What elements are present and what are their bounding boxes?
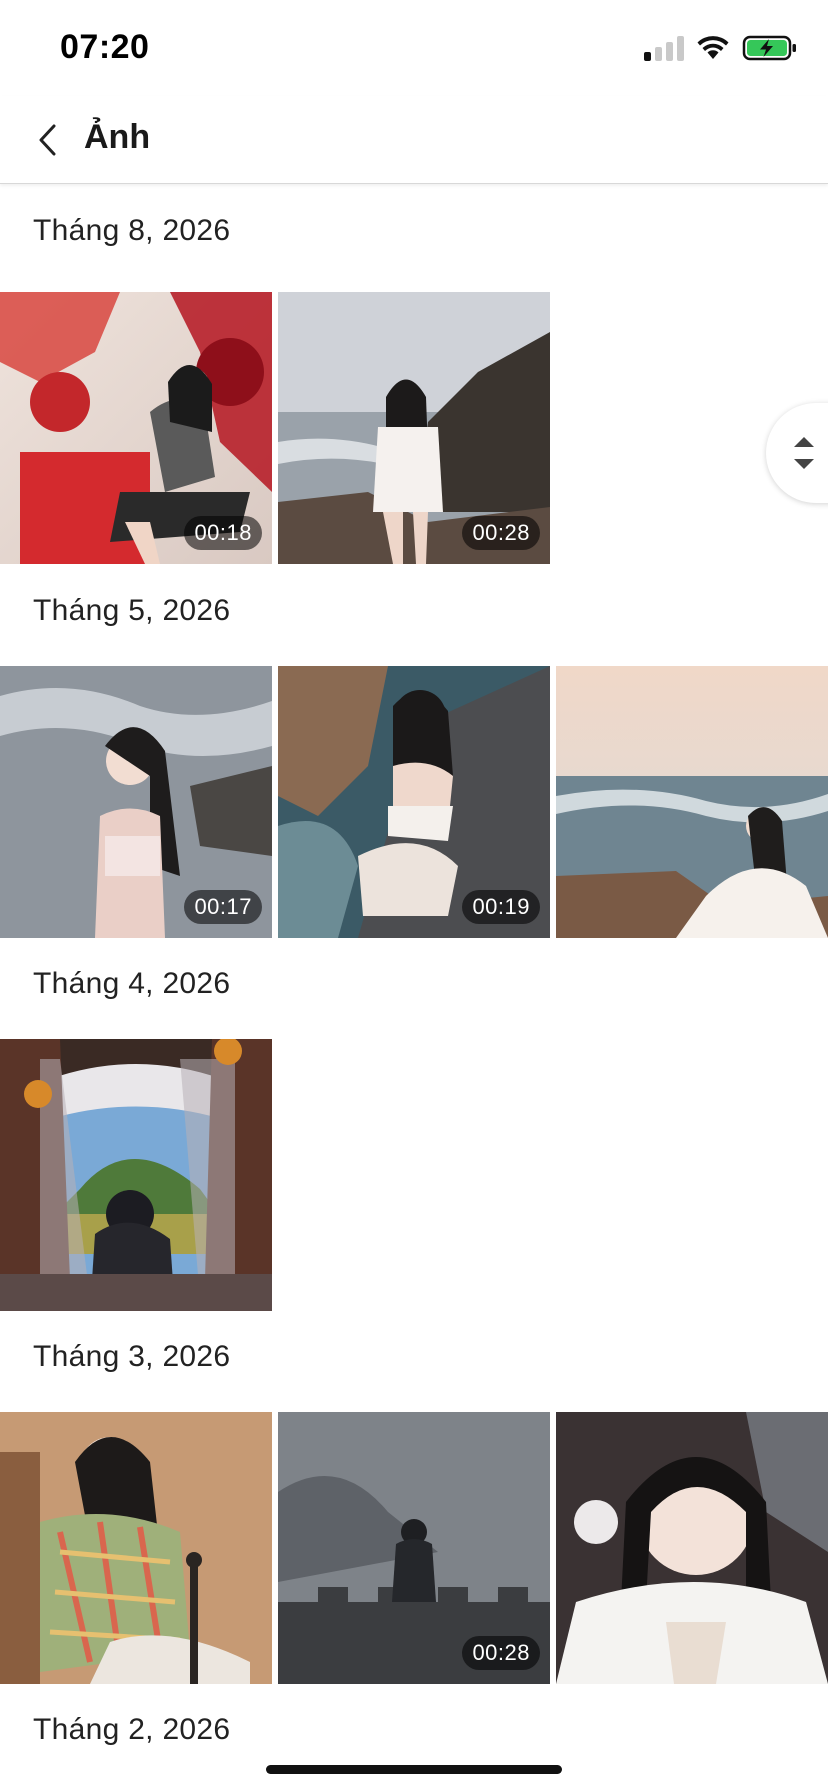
status-icons <box>644 34 798 62</box>
photo-image <box>556 666 828 938</box>
media-thumbnail[interactable] <box>556 1412 828 1684</box>
cellular-signal-icon <box>644 35 684 61</box>
scroll-up-down-icon <box>794 437 814 469</box>
media-thumbnail[interactable] <box>0 1412 272 1684</box>
page-title: Ảnh <box>84 118 151 156</box>
photo-image <box>0 1412 272 1684</box>
media-thumbnail[interactable]: 00:18 <box>0 292 272 564</box>
wifi-icon <box>697 36 729 59</box>
video-duration-badge: 00:18 <box>184 516 262 550</box>
home-indicator <box>266 1765 562 1774</box>
section-heading: Tháng 3, 2026 <box>33 1340 231 1373</box>
status-time: 07:20 <box>60 28 150 66</box>
photo-image <box>556 1412 828 1684</box>
section-heading: Tháng 8, 2026 <box>33 214 231 247</box>
media-thumbnail[interactable]: 00:17 <box>0 666 272 938</box>
video-duration-badge: 00:17 <box>184 890 262 924</box>
battery-charging-icon <box>742 35 796 61</box>
status-bar: 07:20 <box>0 0 828 96</box>
back-button[interactable] <box>22 114 74 166</box>
nav-bar: Ảnh <box>0 96 828 184</box>
video-duration-badge: 00:28 <box>462 516 540 550</box>
media-thumbnail[interactable]: 00:28 <box>278 292 550 564</box>
media-thumbnail[interactable] <box>0 1039 272 1311</box>
fast-scroll-handle[interactable] <box>766 403 828 503</box>
media-thumbnail[interactable]: 00:19 <box>278 666 550 938</box>
media-thumbnail[interactable] <box>556 666 828 938</box>
section-heading: Tháng 4, 2026 <box>33 967 231 1000</box>
video-duration-badge: 00:28 <box>462 1636 540 1670</box>
section-heading: Tháng 2, 2026 <box>33 1713 231 1746</box>
chevron-left-icon <box>39 124 56 156</box>
photo-image <box>0 1039 272 1311</box>
section-heading: Tháng 5, 2026 <box>33 594 231 627</box>
media-thumbnail[interactable]: 00:28 <box>278 1412 550 1684</box>
video-duration-badge: 00:19 <box>462 890 540 924</box>
